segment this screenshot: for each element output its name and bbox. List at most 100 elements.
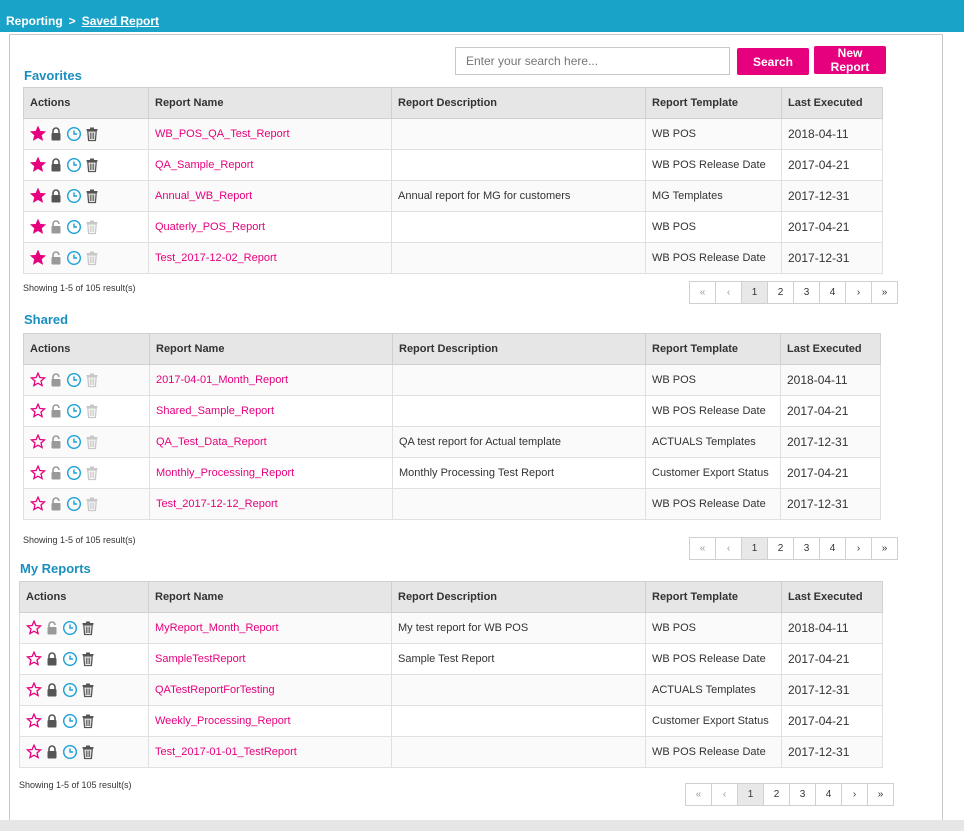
col-last-executed[interactable]: Last Executed — [780, 333, 881, 365]
clock-icon[interactable] — [66, 219, 82, 235]
search-button[interactable]: Search — [737, 48, 809, 75]
next-page-button[interactable]: › — [846, 282, 872, 303]
trash-icon[interactable] — [84, 157, 100, 173]
star-icon[interactable] — [26, 682, 42, 698]
col-report-name[interactable]: Report Name — [149, 333, 393, 365]
page-button[interactable]: 2 — [764, 784, 790, 805]
col-report-description[interactable]: Report Description — [391, 581, 646, 613]
col-last-executed[interactable]: Last Executed — [781, 87, 883, 119]
star-icon[interactable] — [30, 465, 46, 481]
unlock-icon[interactable] — [44, 620, 60, 636]
unlock-icon[interactable] — [48, 465, 64, 481]
trash-icon[interactable] — [80, 682, 96, 698]
trash-icon[interactable] — [80, 620, 96, 636]
last-page-button[interactable]: » — [868, 784, 893, 805]
trash-icon[interactable] — [84, 219, 100, 235]
lock-icon[interactable] — [48, 188, 64, 204]
lock-icon[interactable] — [44, 744, 60, 760]
last-page-button[interactable]: » — [872, 538, 897, 559]
clock-icon[interactable] — [62, 713, 78, 729]
report-name-link[interactable]: Test_2017-12-02_Report — [148, 242, 392, 274]
clock-icon[interactable] — [66, 188, 82, 204]
star-icon[interactable] — [26, 651, 42, 667]
report-name-link[interactable]: 2017-04-01_Month_Report — [149, 364, 393, 396]
clock-icon[interactable] — [66, 496, 82, 512]
col-report-template[interactable]: Report Template — [645, 581, 782, 613]
unlock-icon[interactable] — [48, 496, 64, 512]
prev-page-button[interactable]: ‹ — [716, 538, 742, 559]
clock-icon[interactable] — [62, 620, 78, 636]
trash-icon[interactable] — [84, 188, 100, 204]
report-name-link[interactable]: MyReport_Month_Report — [148, 612, 392, 644]
next-page-button[interactable]: › — [842, 784, 868, 805]
lock-icon[interactable] — [44, 713, 60, 729]
col-report-description[interactable]: Report Description — [392, 333, 646, 365]
report-name-link[interactable]: Annual_WB_Report — [148, 180, 392, 212]
star-icon[interactable] — [26, 744, 42, 760]
col-report-template[interactable]: Report Template — [645, 333, 781, 365]
trash-icon[interactable] — [80, 651, 96, 667]
page-button[interactable]: 2 — [768, 538, 794, 559]
page-button[interactable]: 1 — [742, 538, 768, 559]
clock-icon[interactable] — [62, 744, 78, 760]
trash-icon[interactable] — [84, 372, 100, 388]
trash-icon[interactable] — [84, 496, 100, 512]
unlock-icon[interactable] — [48, 219, 64, 235]
lock-icon[interactable] — [44, 682, 60, 698]
report-name-link[interactable]: QA_Test_Data_Report — [149, 426, 393, 458]
report-name-link[interactable]: QA_Sample_Report — [148, 149, 392, 181]
first-page-button[interactable]: « — [690, 538, 716, 559]
clock-icon[interactable] — [66, 434, 82, 450]
prev-page-button[interactable]: ‹ — [716, 282, 742, 303]
search-input[interactable] — [455, 47, 730, 75]
star-icon[interactable] — [30, 496, 46, 512]
col-report-description[interactable]: Report Description — [391, 87, 646, 119]
clock-icon[interactable] — [66, 126, 82, 142]
page-button[interactable]: 4 — [820, 538, 846, 559]
trash-icon[interactable] — [84, 465, 100, 481]
clock-icon[interactable] — [66, 465, 82, 481]
col-actions[interactable]: Actions — [19, 581, 149, 613]
breadcrumb-root[interactable]: Reporting — [6, 14, 63, 28]
lock-icon[interactable] — [48, 157, 64, 173]
col-actions[interactable]: Actions — [23, 87, 149, 119]
col-report-template[interactable]: Report Template — [645, 87, 782, 119]
col-report-name[interactable]: Report Name — [148, 87, 392, 119]
trash-icon[interactable] — [80, 713, 96, 729]
star-icon[interactable] — [30, 157, 46, 173]
next-page-button[interactable]: › — [846, 538, 872, 559]
unlock-icon[interactable] — [48, 403, 64, 419]
lock-icon[interactable] — [44, 651, 60, 667]
col-actions[interactable]: Actions — [23, 333, 150, 365]
star-icon[interactable] — [30, 126, 46, 142]
trash-icon[interactable] — [84, 250, 100, 266]
last-page-button[interactable]: » — [872, 282, 897, 303]
page-button[interactable]: 1 — [738, 784, 764, 805]
trash-icon[interactable] — [80, 744, 96, 760]
first-page-button[interactable]: « — [686, 784, 712, 805]
clock-icon[interactable] — [66, 157, 82, 173]
star-icon[interactable] — [26, 713, 42, 729]
report-name-link[interactable]: WB_POS_QA_Test_Report — [148, 118, 392, 150]
clock-icon[interactable] — [62, 682, 78, 698]
page-button[interactable]: 3 — [794, 538, 820, 559]
star-icon[interactable] — [30, 403, 46, 419]
lock-icon[interactable] — [48, 126, 64, 142]
star-icon[interactable] — [30, 372, 46, 388]
report-name-link[interactable]: Test_2017-01-01_TestReport — [148, 736, 392, 768]
report-name-link[interactable]: Quaterly_POS_Report — [148, 211, 392, 243]
new-report-button[interactable]: New Report — [814, 46, 886, 74]
star-icon[interactable] — [26, 620, 42, 636]
col-report-name[interactable]: Report Name — [148, 581, 392, 613]
star-icon[interactable] — [30, 188, 46, 204]
star-icon[interactable] — [30, 219, 46, 235]
col-last-executed[interactable]: Last Executed — [781, 581, 883, 613]
star-icon[interactable] — [30, 250, 46, 266]
clock-icon[interactable] — [66, 403, 82, 419]
report-name-link[interactable]: Monthly_Processing_Report — [149, 457, 393, 489]
trash-icon[interactable] — [84, 126, 100, 142]
prev-page-button[interactable]: ‹ — [712, 784, 738, 805]
report-name-link[interactable]: Weekly_Processing_Report — [148, 705, 392, 737]
breadcrumb-current[interactable]: Saved Report — [82, 14, 159, 28]
page-button[interactable]: 3 — [794, 282, 820, 303]
